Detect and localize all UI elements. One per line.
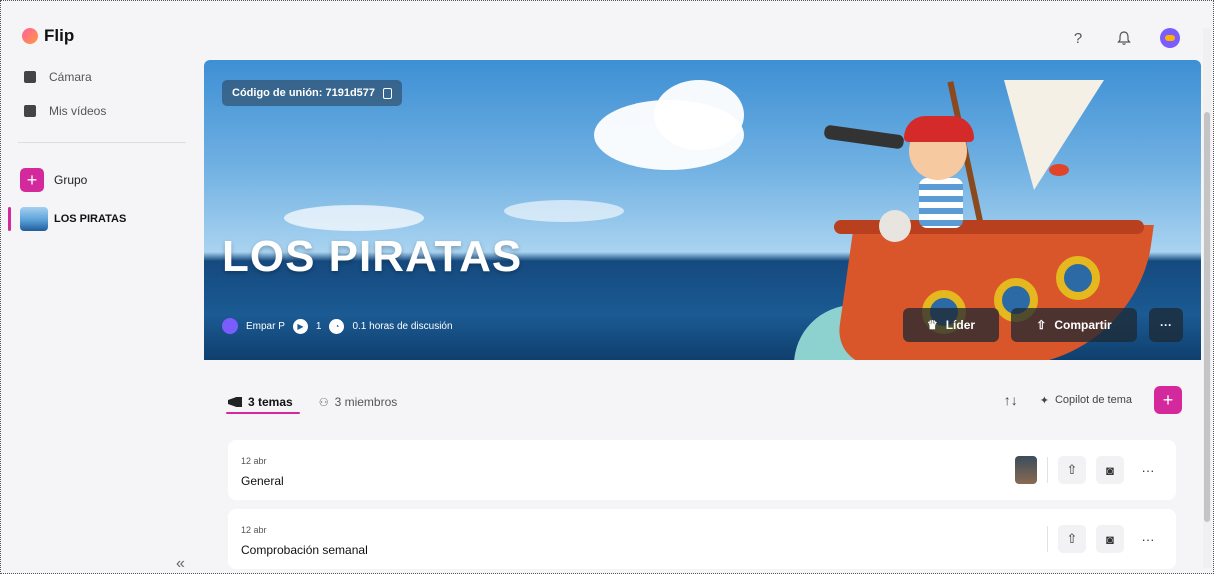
sidebar-divider [18, 142, 186, 143]
scrollbar-thumb[interactable] [1204, 112, 1210, 522]
group-meta: Empar P ▶ 1 ◔ 0.1 horas de discusión [222, 318, 453, 334]
sidebar: Cámara Mis vídeos + Grupo LOS PIRATAS [0, 62, 196, 574]
copilot-button[interactable]: ✦ Copilot de tema [1040, 394, 1132, 407]
leader-button[interactable]: ♛ Líder [903, 308, 999, 342]
video-count: 1 [315, 320, 322, 332]
sidebar-item-my-videos[interactable]: Mis vídeos [24, 104, 106, 118]
camera-icon [24, 71, 36, 83]
copilot-label: Copilot de tema [1054, 394, 1132, 406]
owner-name: Empar P [246, 320, 285, 332]
flip-logo-icon [22, 28, 38, 44]
topic-more-button[interactable]: ··· [1134, 525, 1162, 553]
app-name: Flip [44, 26, 75, 45]
join-code-text: Código de unión: 7191d577 [232, 87, 376, 99]
active-indicator [8, 207, 11, 231]
active-tab-underline [226, 412, 300, 414]
video-thumbnail[interactable] [1015, 456, 1037, 484]
help-icon[interactable]: ? [1068, 28, 1088, 48]
sidebar-item-camera[interactable]: Cámara [24, 70, 92, 84]
dog [879, 210, 911, 242]
share-button[interactable]: ⇧ Compartir [1011, 308, 1137, 342]
porthole [1056, 256, 1100, 300]
topic-actions: ⇧ ◙ ··· [1015, 456, 1162, 484]
page-scrollbar[interactable] [1203, 28, 1211, 568]
join-code-button[interactable]: Código de unión: 7191d577 [222, 80, 403, 106]
group-tabs: 3 temas ⚇ 3 miembros [228, 393, 397, 411]
separator [1047, 457, 1048, 483]
header-actions: ? [1068, 28, 1180, 48]
topic-row[interactable]: 12 abr General ⇧ ◙ ··· [228, 440, 1176, 500]
leader-label: Líder [945, 318, 976, 332]
topic-date: 12 abr [241, 456, 267, 466]
topic-row[interactable]: 12 abr Comprobación semanal ⇧ ◙ ··· [228, 509, 1176, 569]
share-topic-button[interactable]: ⇧ [1058, 456, 1086, 484]
group-banner: Código de unión: 7191d577 LOS PIRATAS Em… [204, 60, 1201, 360]
sparkle-icon: ✦ [1039, 394, 1049, 407]
play-icon: ▶ [292, 318, 308, 334]
copy-icon [383, 87, 393, 99]
discussion-time: 0.1 horas de discusión [352, 320, 453, 332]
sidebar-item-label: Grupo [54, 173, 88, 187]
members-icon: ⚇ [318, 396, 329, 409]
tab-members[interactable]: ⚇ 3 miembros [319, 393, 398, 411]
add-topic-button[interactable]: + [1154, 386, 1182, 414]
share-label: Compartir [1054, 318, 1112, 332]
group-thumbnail [20, 207, 48, 231]
record-video-button[interactable]: ◙ [1096, 525, 1124, 553]
topic-actions: ⇧ ◙ ··· [1047, 525, 1162, 553]
user-avatar[interactable] [1160, 28, 1180, 48]
owner-avatar [222, 318, 238, 334]
group-title: LOS PIRATAS [222, 232, 523, 281]
cloud-shape [284, 205, 424, 231]
tab-members-label: 3 miembros [334, 395, 398, 409]
crown-icon: ♛ [926, 318, 938, 332]
sidebar-item-group[interactable]: + Grupo [20, 168, 87, 192]
sort-icon[interactable]: ↑↓ [1004, 392, 1018, 408]
add-group-icon: + [20, 168, 44, 192]
banner-actions: ♛ Líder ⇧ Compartir ··· [903, 308, 1183, 342]
pirate-body [919, 178, 963, 228]
share-topic-button[interactable]: ⇧ [1058, 525, 1086, 553]
video-icon [24, 105, 36, 117]
separator [1047, 526, 1048, 552]
topic-more-button[interactable]: ··· [1134, 456, 1162, 484]
share-icon: ⇧ [1036, 318, 1047, 332]
sidebar-item-los-piratas[interactable]: LOS PIRATAS [20, 207, 126, 231]
tab-topics[interactable]: 3 temas [228, 393, 293, 411]
telescope [823, 124, 905, 150]
collapse-sidebar-icon[interactable]: « [176, 555, 185, 573]
flip-logo[interactable]: Flip [22, 26, 74, 46]
sidebar-item-label: LOS PIRATAS [54, 213, 127, 225]
pirate-bandana [904, 116, 974, 142]
sidebar-item-label: Cámara [49, 70, 92, 84]
bell-icon[interactable] [1114, 28, 1134, 48]
megaphone-icon [228, 397, 242, 407]
clock-icon: ◔ [329, 318, 345, 334]
topic-tools: ↑↓ ✦ Copilot de tema + [1004, 386, 1182, 414]
more-options-button[interactable]: ··· [1149, 308, 1183, 342]
topic-date: 12 abr [241, 525, 267, 535]
tab-topics-label: 3 temas [248, 395, 293, 409]
cloud-shape [504, 200, 624, 222]
record-video-button[interactable]: ◙ [1096, 456, 1124, 484]
topic-name: Comprobación semanal [241, 543, 368, 557]
cloud-shape [654, 80, 744, 150]
topic-name: General [241, 474, 284, 488]
sidebar-item-label: Mis vídeos [49, 104, 107, 118]
crab [1049, 164, 1069, 176]
